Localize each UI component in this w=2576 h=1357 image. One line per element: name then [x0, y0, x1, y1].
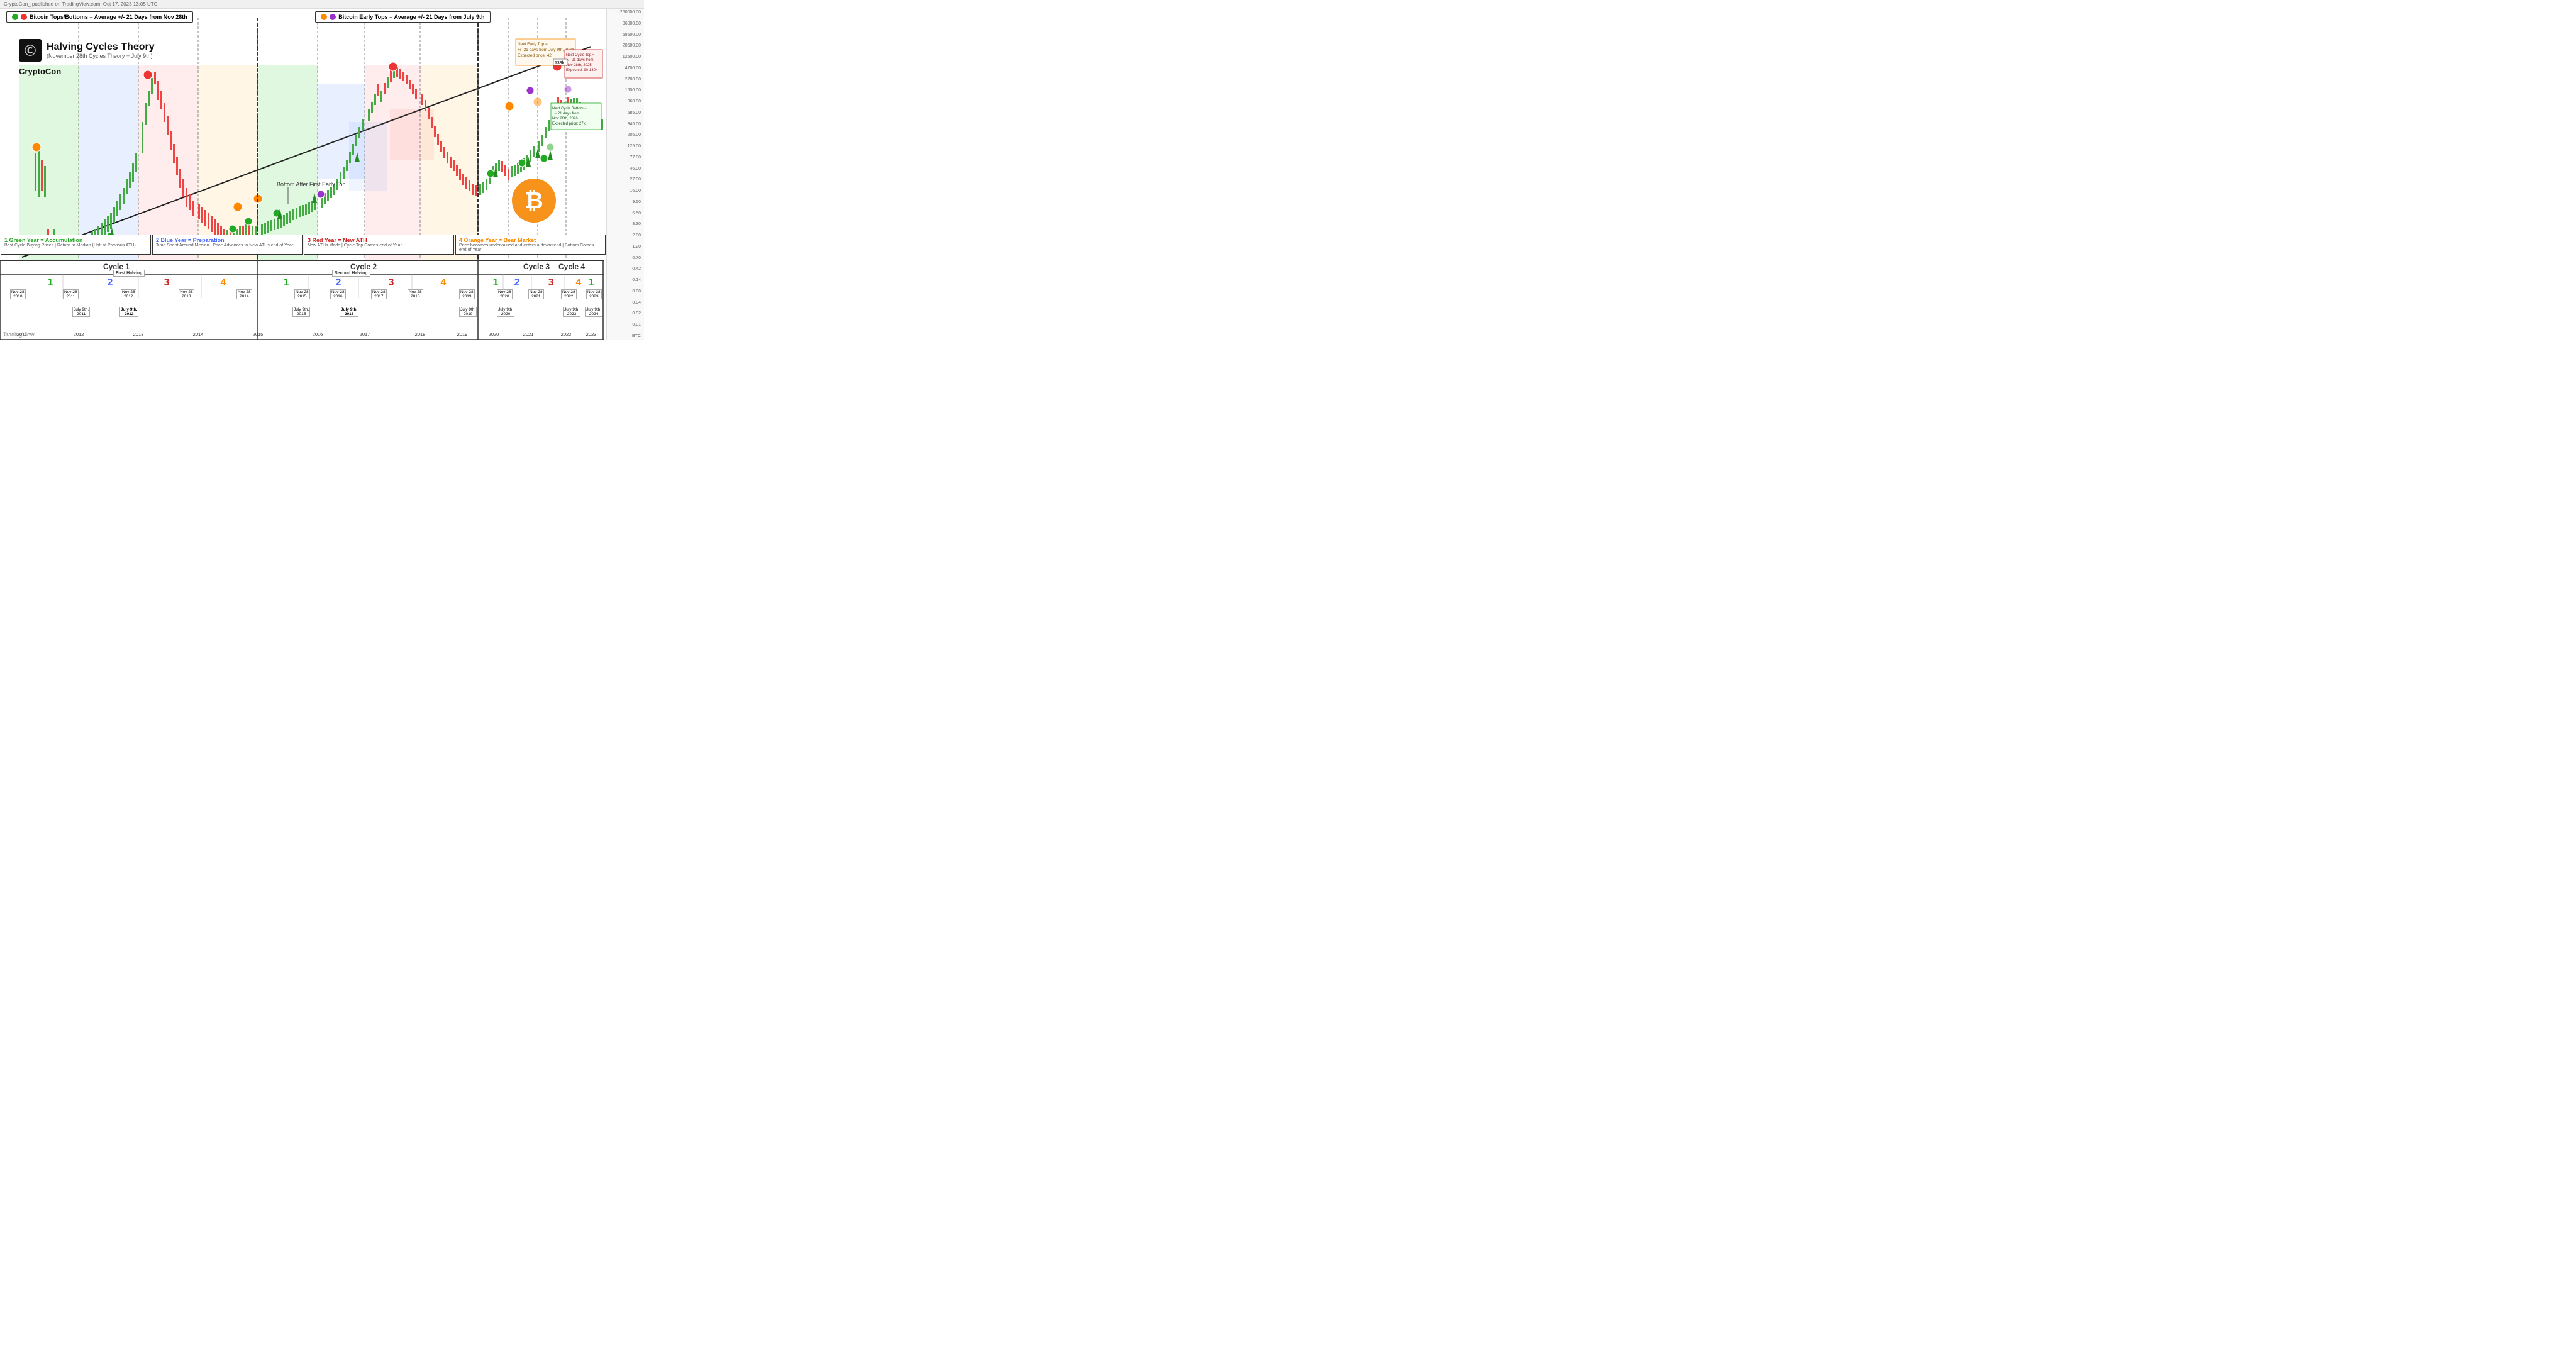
svg-text:4: 4: [221, 277, 226, 288]
chart-area: Bottom After First Early Top Next Early …: [0, 9, 606, 340]
title-block: Ⓒ Halving Cycles Theory (November 28th C…: [19, 39, 155, 62]
svg-text:3: 3: [389, 277, 394, 288]
svg-text:+/- 21 days from: +/- 21 days from: [552, 112, 580, 116]
tradingview-watermark: TradingView: [3, 331, 35, 338]
anno-red-title: 3 Red Year = New ATH: [308, 237, 450, 243]
svg-text:Expected price: 42: Expected price: 42: [518, 53, 552, 58]
red-dot: [21, 14, 27, 20]
cryptocon-logo: Ⓒ: [19, 39, 42, 62]
anno-red-subtitle: New ATHs Made | Cycle Top Comes end of Y…: [308, 243, 450, 248]
svg-text:Next Cycle Top ≈: Next Cycle Top ≈: [566, 53, 595, 57]
svg-text:2014: 2014: [193, 331, 204, 337]
anno-blue-subtitle: Time Spent Around Median | Price Advance…: [156, 243, 299, 248]
svg-text:2: 2: [336, 277, 341, 288]
legend-tops-bottoms-label: Bitcoin Tops/Bottoms = Average +/- 21 Da…: [30, 14, 187, 20]
svg-text:2018: 2018: [415, 331, 426, 337]
green-dot: [12, 14, 18, 20]
svg-text:Bottom After First Early Top: Bottom After First Early Top: [277, 181, 345, 187]
anno-orange-title: 4 Orange Year = Bear Market: [459, 237, 602, 243]
published-info: CryptoCon_ published on TradingView.com,…: [4, 1, 157, 7]
svg-text:1: 1: [493, 277, 499, 288]
svg-text:4: 4: [441, 277, 447, 288]
svg-text:4: 4: [576, 277, 582, 288]
svg-text:Next Early Top ≈: Next Early Top ≈: [518, 42, 548, 47]
svg-text:2: 2: [514, 277, 520, 288]
svg-text:Nov 28th, 2026: Nov 28th, 2026: [552, 117, 578, 121]
purple-dot: [330, 14, 336, 20]
top-bar: CryptoCon_ published on TradingView.com,…: [0, 0, 644, 9]
svg-text:Cycle 3: Cycle 3: [523, 262, 550, 271]
svg-text:Expected price: 27k: Expected price: 27k: [552, 122, 586, 126]
svg-text:2016: 2016: [313, 331, 323, 337]
svg-text:+/- 21 days from: +/- 21 days from: [566, 58, 594, 62]
anno-green-year: 1 Green Year = Accumulation Best Cycle B…: [1, 235, 151, 255]
main-title: Halving Cycles Theory: [47, 42, 155, 53]
anno-red-year: 3 Red Year = New ATH New ATHs Made | Cyc…: [304, 235, 454, 255]
svg-text:1: 1: [48, 277, 53, 288]
svg-text:2017: 2017: [360, 331, 370, 337]
svg-text:2020: 2020: [489, 331, 499, 337]
title-sub: (November 28th Cycles Theory + July 9th): [47, 53, 155, 59]
svg-text:2023: 2023: [586, 331, 597, 337]
svg-text:2021: 2021: [523, 331, 534, 337]
author-label: CryptoCon: [19, 67, 61, 76]
annotation-section: 1 Green Year = Accumulation Best Cycle B…: [0, 235, 606, 255]
svg-text:2: 2: [108, 277, 113, 288]
btc-symbol: ₿: [525, 187, 543, 214]
legend-early-tops: Bitcoin Early Tops = Average +/- 21 Days…: [315, 11, 490, 23]
svg-text:1: 1: [589, 277, 594, 288]
legend-tops-bottoms: Bitcoin Tops/Bottoms = Average +/- 21 Da…: [6, 11, 193, 23]
anno-orange-subtitle: Price becomes undervalued and enters a d…: [459, 243, 602, 252]
anno-blue-year: 2 Blue Year = Preparation Time Spent Aro…: [152, 235, 303, 255]
svg-text:3: 3: [548, 277, 554, 288]
svg-text:3: 3: [164, 277, 170, 288]
svg-text:2015: 2015: [253, 331, 264, 337]
anno-orange-year: 4 Orange Year = Bear Market Price become…: [455, 235, 606, 255]
svg-text:Cycle 4: Cycle 4: [558, 262, 585, 271]
svg-text:2019: 2019: [457, 331, 468, 337]
svg-text:138k: 138k: [555, 61, 565, 65]
svg-text:Expected: 90-130k: Expected: 90-130k: [566, 69, 598, 72]
first-halving-label: First Halving: [113, 270, 145, 277]
svg-text:Next Cycle Bottom ≈: Next Cycle Bottom ≈: [552, 107, 587, 111]
main-container: CryptoCon_ published on TradingView.com,…: [0, 0, 644, 340]
anno-blue-title: 2 Blue Year = Preparation: [156, 237, 299, 243]
svg-text:2012: 2012: [74, 331, 84, 337]
svg-text:2013: 2013: [133, 331, 144, 337]
orange-dot: [321, 14, 327, 20]
svg-text:Nov 28th, 2025: Nov 28th, 2025: [566, 64, 592, 67]
price-axis: 260000.00 96000.00 58500.00 20500.00 125…: [606, 9, 644, 340]
svg-text:1: 1: [284, 277, 289, 288]
anno-green-subtitle: Best Cycle Buying Prices | Return to Med…: [4, 243, 147, 248]
svg-text:2022: 2022: [561, 331, 572, 337]
second-halving-label: Second Halving: [332, 270, 370, 277]
bitcoin-logo: ₿: [512, 179, 556, 223]
legend-early-tops-label: Bitcoin Early Tops = Average +/- 21 Days…: [338, 14, 484, 20]
anno-green-title: 1 Green Year = Accumulation: [4, 237, 147, 243]
